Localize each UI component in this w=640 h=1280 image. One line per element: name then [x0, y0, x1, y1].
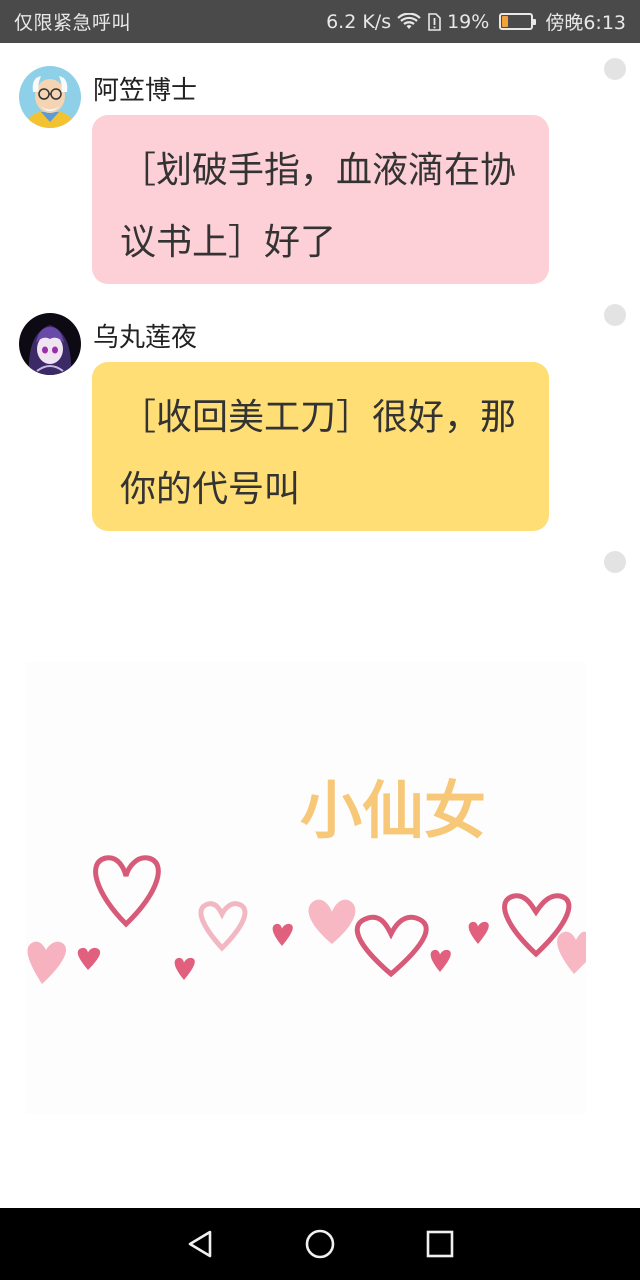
select-radio[interactable]: [604, 551, 626, 573]
message-text: ［收回美工刀］很好，那你的代号叫: [120, 397, 517, 510]
sender-name: 乌丸莲夜: [93, 323, 198, 353]
sim-alert-icon: [427, 12, 441, 31]
avatar[interactable]: [19, 66, 81, 128]
heart-icon: [468, 921, 489, 944]
heart-icon: [557, 931, 586, 974]
heart-icon: [198, 901, 248, 952]
message-bubble[interactable]: ［收回美工刀］很好，那你的代号叫: [92, 362, 549, 531]
clock: 傍晚6:13: [545, 12, 626, 34]
recents-icon[interactable]: [420, 1224, 460, 1264]
battery-icon: [499, 13, 537, 30]
select-radio[interactable]: [604, 58, 626, 80]
message-bubble[interactable]: ［划破手指，血液滴在协议书上］好了: [92, 115, 549, 284]
message-text: ［划破手指，血液滴在协议书上］好了: [120, 150, 517, 263]
sender-name: 阿笠博士: [93, 76, 198, 106]
sticker-image[interactable]: 小仙女: [26, 662, 586, 1114]
carrier-text: 仅限紧急呼叫: [14, 12, 132, 34]
battery-percent: 19%: [447, 10, 490, 33]
home-icon[interactable]: [300, 1224, 340, 1264]
network-speed: 6.2 K/s: [326, 10, 392, 33]
wifi-icon: [397, 12, 421, 31]
heart-icon: [430, 949, 451, 972]
heart-icon: [354, 914, 429, 978]
heart-icon: [93, 855, 161, 928]
navigation-bar: [0, 1208, 640, 1280]
back-icon[interactable]: [180, 1224, 220, 1264]
heart-icon: [174, 957, 195, 980]
heart-icon: [272, 923, 293, 946]
status-bar: 仅限紧急呼叫 6.2 K/s 19% 傍晚6:13: [0, 0, 640, 43]
heart-icon: [27, 941, 66, 984]
battery-fill: [502, 16, 508, 27]
select-radio[interactable]: [604, 304, 626, 326]
avatar[interactable]: [19, 313, 81, 375]
sticker-text: 小仙女: [300, 774, 486, 847]
heart-icon: [308, 899, 356, 944]
heart-icon: [77, 947, 101, 970]
